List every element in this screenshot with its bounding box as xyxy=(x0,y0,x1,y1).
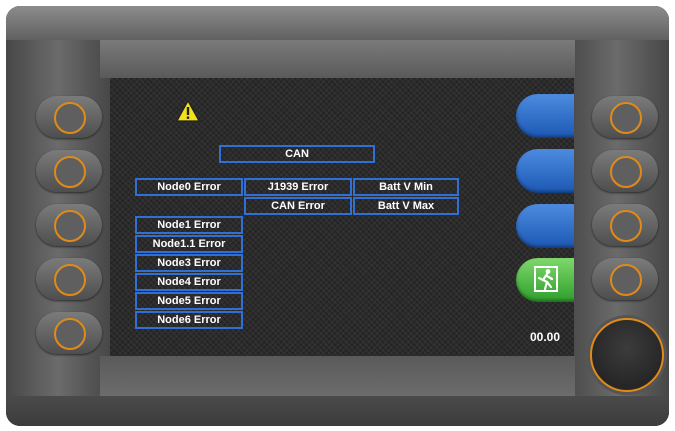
can-error-indicator: CAN Error xyxy=(244,197,352,215)
left-hardware-button-5[interactable] xyxy=(36,312,102,354)
exit-icon xyxy=(534,266,558,292)
screen-bezel-top xyxy=(100,40,575,78)
time-readout: 00.00 xyxy=(530,330,561,344)
screen-bezel-bottom xyxy=(100,356,575,396)
button-ring xyxy=(610,102,642,134)
right-hardware-button-3[interactable] xyxy=(592,204,658,246)
left-hardware-button-4[interactable] xyxy=(36,258,102,300)
button-ring xyxy=(610,264,642,296)
softkey-2[interactable] xyxy=(516,149,574,193)
warning-icon xyxy=(176,100,200,122)
exit-softkey[interactable] xyxy=(516,258,574,302)
button-ring xyxy=(610,156,642,188)
button-ring xyxy=(610,210,642,242)
display-screen: CAN Node0 Error J1939 Error Batt V Min C… xyxy=(110,78,574,356)
node3-error-indicator: Node3 Error xyxy=(135,254,243,272)
button-ring xyxy=(54,156,86,188)
button-ring xyxy=(54,210,86,242)
left-hardware-button-3[interactable] xyxy=(36,204,102,246)
button-ring xyxy=(54,102,86,134)
right-hardware-button-1[interactable] xyxy=(592,96,658,138)
node5-error-indicator: Node5 Error xyxy=(135,292,243,310)
right-hardware-button-4[interactable] xyxy=(592,258,658,300)
batt-v-max-indicator: Batt V Max xyxy=(353,197,459,215)
left-hardware-button-1[interactable] xyxy=(36,96,102,138)
j1939-error-indicator: J1939 Error xyxy=(244,178,352,196)
can-header: CAN xyxy=(219,145,375,163)
node1-1-error-indicator: Node1.1 Error xyxy=(135,235,243,253)
softkey-3[interactable] xyxy=(516,204,574,248)
node0-error-indicator: Node0 Error xyxy=(135,178,243,196)
node4-error-indicator: Node4 Error xyxy=(135,273,243,291)
left-hardware-button-2[interactable] xyxy=(36,150,102,192)
button-ring xyxy=(54,318,86,350)
button-ring xyxy=(54,264,86,296)
device-bottom-band xyxy=(6,396,669,426)
node1-error-indicator: Node1 Error xyxy=(135,216,243,234)
right-hardware-button-2[interactable] xyxy=(592,150,658,192)
device-top-band xyxy=(6,6,669,42)
rotary-knob[interactable] xyxy=(590,318,664,392)
batt-v-min-indicator: Batt V Min xyxy=(353,178,459,196)
softkey-1[interactable] xyxy=(516,94,574,138)
node6-error-indicator: Node6 Error xyxy=(135,311,243,329)
